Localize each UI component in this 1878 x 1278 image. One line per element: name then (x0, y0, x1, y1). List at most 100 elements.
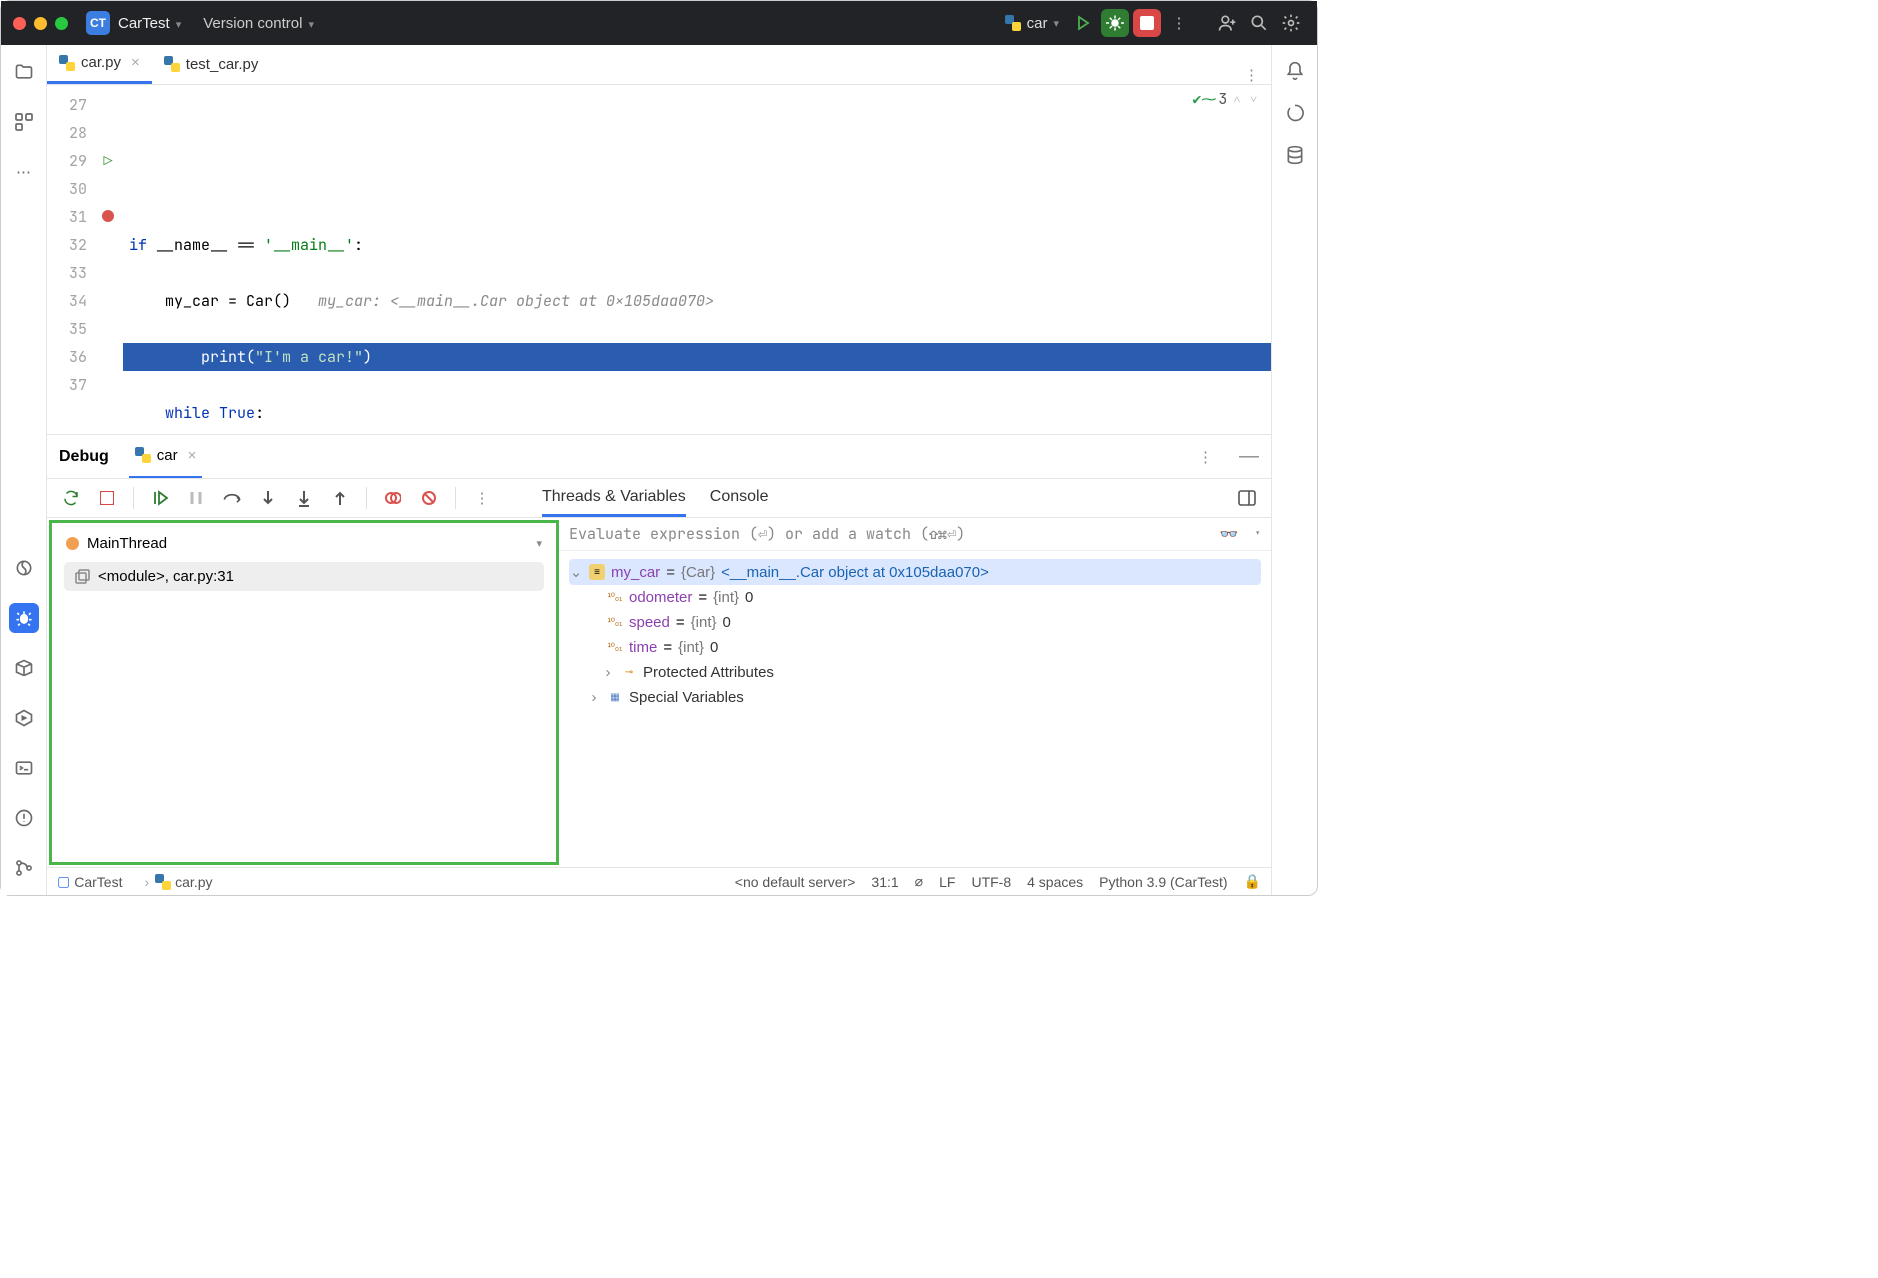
chevron-down-icon: ⌄ (569, 563, 583, 581)
terminal-tool-icon[interactable] (9, 753, 39, 783)
settings-icon[interactable] (1277, 9, 1305, 37)
step-into-icon[interactable] (258, 488, 278, 508)
thread-selector[interactable]: MainThread ▾ (58, 529, 550, 558)
chevron-down-icon: ▾ (308, 19, 314, 31)
status-interpreter[interactable]: Python 3.9 (CarTest) (1099, 874, 1227, 890)
git-tool-icon[interactable] (9, 853, 39, 883)
variable-row[interactable]: ¹⁰₀₁ speed = {int} 0 (569, 610, 1261, 635)
key-icon: ⊸ (621, 665, 637, 681)
chevron-down-icon[interactable]: ˅ (1246, 91, 1261, 107)
lock-icon[interactable]: 🔒 (1244, 873, 1261, 890)
chevron-up-icon[interactable]: ˄ (1229, 91, 1244, 107)
close-icon[interactable]: × (131, 54, 140, 71)
project-name[interactable]: CarTest▾ (118, 15, 181, 32)
step-into-my-icon[interactable] (294, 488, 314, 508)
project-tool-icon[interactable] (9, 57, 39, 87)
int-icon: ¹⁰₀₁ (607, 615, 623, 631)
run-gutter-icon[interactable]: ▷ (93, 147, 123, 175)
code-content[interactable]: if __name__ == '__main__': my_car = Car(… (123, 85, 1271, 434)
variables-pane: Evaluate expression (⏎) or add a watch (… (559, 518, 1271, 867)
editor-tabs: car.py× test_car.py ⋮ (47, 45, 1271, 85)
minimize-window-icon[interactable] (34, 17, 47, 30)
evaluate-expression-input[interactable]: Evaluate expression (⏎) or add a watch (… (559, 518, 1271, 551)
debug-session-tab[interactable]: car× (129, 435, 203, 479)
breadcrumb[interactable]: CarTest (74, 874, 122, 890)
breadcrumb[interactable]: car.py (175, 874, 212, 890)
inspection-widget[interactable]: ✔⁓3 ˄ ˅ (1192, 89, 1261, 109)
tab-console[interactable]: Console (710, 480, 769, 517)
rerun-debug-icon[interactable] (61, 488, 81, 508)
layout-icon[interactable] (1237, 488, 1257, 508)
chevron-down-icon[interactable]: ▾ (1254, 527, 1261, 541)
close-window-icon[interactable] (13, 17, 26, 30)
python-icon (155, 874, 171, 890)
frames-pane: MainThread ▾ <module>, car.py:31 (49, 520, 559, 865)
step-over-icon[interactable] (222, 488, 242, 508)
notifications-icon[interactable] (1285, 61, 1305, 81)
variable-group[interactable]: › ▦ Special Variables (569, 685, 1261, 710)
more-actions-icon[interactable]: ⋮ (1165, 9, 1193, 37)
problems-tool-icon[interactable] (9, 803, 39, 833)
object-icon: ≡ (589, 564, 605, 580)
python-console-icon[interactable] (9, 553, 39, 583)
run-button[interactable] (1069, 9, 1097, 37)
breakpoint-icon[interactable] (93, 203, 123, 231)
more-debug-icon[interactable]: ⋮ (472, 488, 492, 508)
status-caret-pos[interactable]: 31:1 (871, 874, 898, 890)
view-breakpoints-icon[interactable] (383, 488, 403, 508)
chevron-down-icon: ▾ (1053, 17, 1059, 30)
window-controls (13, 17, 68, 30)
variable-group[interactable]: › ⊸ Protected Attributes (569, 660, 1261, 685)
pause-icon[interactable] (186, 488, 206, 508)
project-badge: CT (86, 11, 110, 35)
database-icon[interactable] (1285, 145, 1305, 165)
debug-tool-icon[interactable] (9, 603, 39, 633)
status-linesep[interactable]: LF (939, 874, 955, 890)
close-icon[interactable]: × (188, 447, 197, 464)
line-numbers: 2728293031323334353637 (47, 85, 93, 434)
stop-button[interactable] (1133, 9, 1161, 37)
mute-breakpoints-icon[interactable] (419, 488, 439, 508)
run-config-selector[interactable]: car▾ (1005, 15, 1059, 32)
zoom-window-icon[interactable] (55, 17, 68, 30)
stack-frame[interactable]: <module>, car.py:31 (64, 562, 544, 591)
status-bar: ▢ CarTest › car.py <no default server> 3… (47, 867, 1271, 895)
hide-panel-icon[interactable]: — (1239, 445, 1259, 468)
services-tool-icon[interactable] (9, 703, 39, 733)
int-icon: ¹⁰₀₁ (607, 590, 623, 606)
debug-button[interactable] (1101, 9, 1129, 37)
left-toolwindow-bar: ⋯ (1, 45, 47, 895)
search-icon[interactable] (1245, 9, 1273, 37)
glasses-icon[interactable]: 👓 (1220, 524, 1239, 544)
variable-row[interactable]: ⌄ ≡ my_car = {Car} <__main__.Car object … (569, 559, 1261, 585)
vcs-menu[interactable]: Version control▾ (203, 15, 314, 32)
tab-test-car-py[interactable]: test_car.py (152, 44, 271, 84)
status-server[interactable]: <no default server> (735, 874, 856, 890)
resume-icon[interactable] (150, 488, 170, 508)
python-icon (135, 447, 151, 463)
variable-row[interactable]: ¹⁰₀₁ time = {int} 0 (569, 635, 1261, 660)
debug-panel-header: Debug car× ⋮ — (47, 434, 1271, 478)
structure-tool-icon[interactable] (9, 107, 39, 137)
code-editor[interactable]: 2728293031323334353637 ▷ if __name__ == … (47, 85, 1271, 434)
stop-debug-icon[interactable] (97, 488, 117, 508)
status-encoding[interactable]: UTF-8 (971, 874, 1011, 890)
status-indent[interactable]: 4 spaces (1027, 874, 1083, 890)
variable-tree[interactable]: ⌄ ≡ my_car = {Car} <__main__.Car object … (559, 551, 1271, 718)
debug-options-icon[interactable]: ⋮ (1186, 448, 1225, 466)
more-tools-icon[interactable]: ⋯ (9, 157, 39, 187)
gutter-glyphs: ▷ (93, 85, 123, 434)
debug-title: Debug (59, 448, 109, 466)
python-icon (164, 56, 180, 72)
python-icon (1005, 15, 1021, 31)
status-readonly-icon[interactable]: ⌀ (915, 873, 923, 890)
code-with-me-icon[interactable] (1213, 9, 1241, 37)
tab-threads-variables[interactable]: Threads & Variables (542, 480, 686, 517)
variable-row[interactable]: ¹⁰₀₁ odometer = {int} 0 (569, 585, 1261, 610)
ai-assistant-icon[interactable] (1285, 103, 1305, 123)
tab-actions-icon[interactable]: ⋮ (1232, 66, 1271, 84)
tab-car-py[interactable]: car.py× (47, 44, 152, 84)
python-icon (59, 55, 75, 71)
step-out-icon[interactable] (330, 488, 350, 508)
packages-tool-icon[interactable] (9, 653, 39, 683)
